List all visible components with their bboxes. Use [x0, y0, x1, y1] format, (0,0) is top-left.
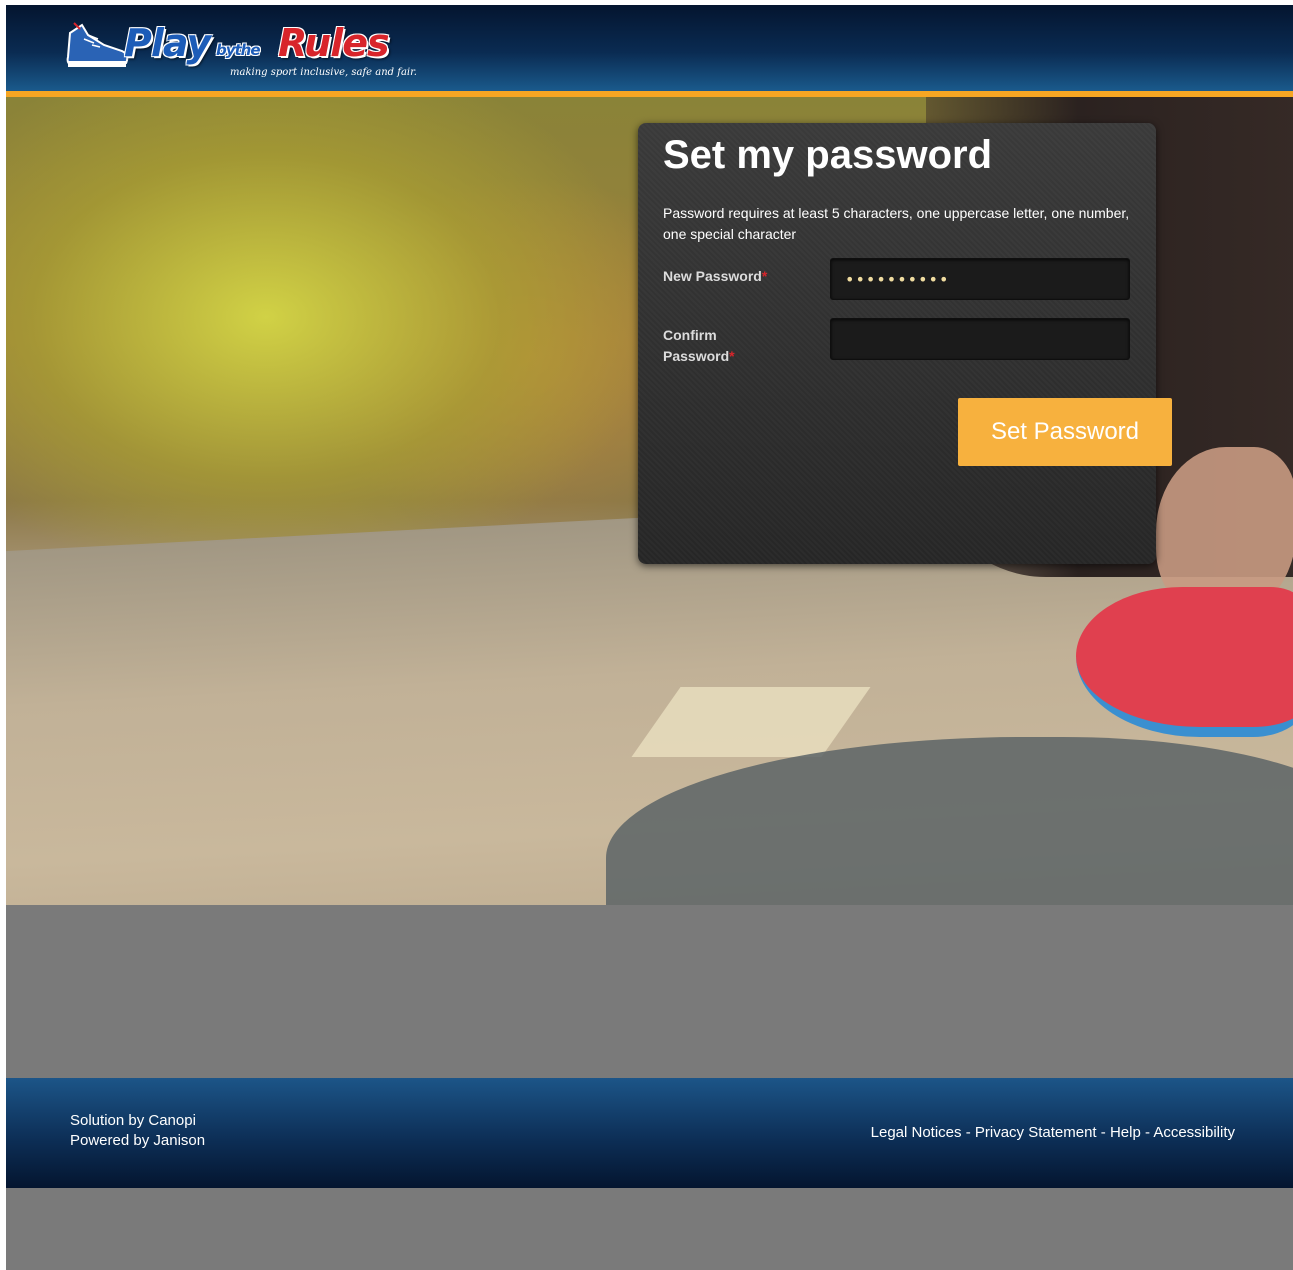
link-separator: -: [1140, 1124, 1154, 1141]
solution-credit: Solution by Canopi: [70, 1112, 196, 1129]
logo-tagline: making sport inclusive, safe and fair.: [230, 67, 417, 78]
legal-notices-link[interactable]: Legal Notices: [871, 1124, 962, 1141]
site-header: Play bythe Rules making sport inclusive,…: [6, 5, 1293, 97]
link-separator: -: [1096, 1124, 1110, 1141]
page-title: Set my password: [663, 133, 993, 177]
link-separator: -: [961, 1124, 975, 1141]
new-password-input[interactable]: [830, 258, 1130, 300]
powered-credit: Powered by Janison: [70, 1132, 206, 1149]
new-password-label-text: New Password: [663, 268, 762, 284]
page: Play bythe Rules making sport inclusive,…: [6, 5, 1293, 1270]
footer-links: Legal Notices - Privacy Statement - Help…: [871, 1124, 1235, 1141]
privacy-statement-link[interactable]: Privacy Statement: [975, 1124, 1097, 1141]
required-marker: *: [729, 348, 735, 364]
footer-credits: Solution by Canopi Powered by Janison: [70, 1111, 205, 1151]
password-requirements-hint: Password requires at least 5 characters,…: [663, 205, 1130, 242]
site-logo[interactable]: Play bythe Rules making sport inclusive,…: [64, 15, 417, 83]
accessibility-link[interactable]: Accessibility: [1153, 1124, 1235, 1141]
hero-background-image: Set my password Password requires at lea…: [6, 97, 1293, 905]
help-link[interactable]: Help: [1110, 1124, 1141, 1141]
set-password-card: Set my password Password requires at lea…: [638, 123, 1172, 564]
confirm-password-input[interactable]: [830, 318, 1130, 360]
confirm-password-label: Confirm Password*: [663, 325, 773, 367]
site-footer: Solution by Canopi Powered by Janison Le…: [6, 1078, 1293, 1188]
confirm-password-label-text: Confirm Password: [663, 327, 730, 364]
new-password-label: New Password*: [663, 266, 767, 287]
set-password-button[interactable]: Set Password: [958, 398, 1172, 466]
logo-word-rules: Rules: [278, 21, 390, 65]
logo-word-bythe: bythe: [216, 41, 261, 59]
required-marker: *: [761, 268, 768, 284]
logo-word-play: Play: [124, 21, 211, 65]
